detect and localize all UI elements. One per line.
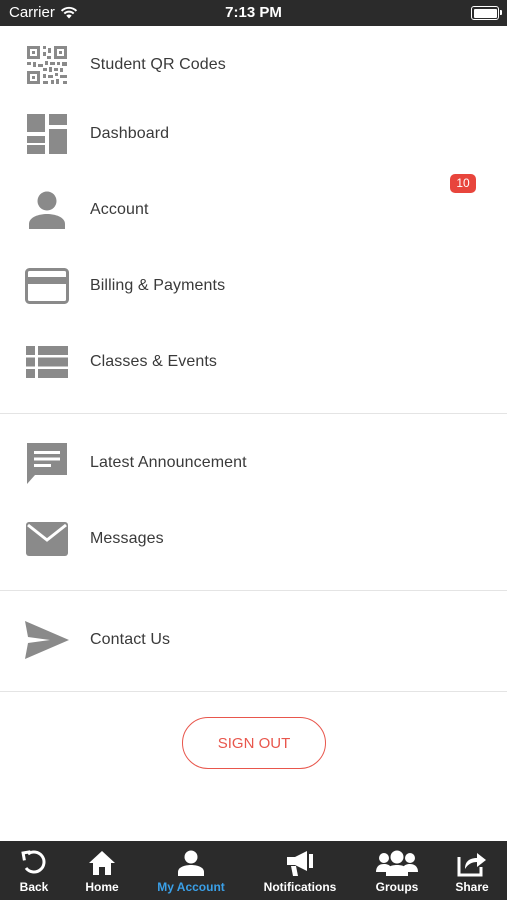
menu-item-account[interactable]: Account 10: [0, 174, 507, 240]
tab-back[interactable]: Back: [12, 841, 56, 900]
tab-label: My Account: [157, 880, 225, 894]
dashboard-icon: [24, 111, 70, 157]
back-icon: [21, 847, 47, 879]
tab-notifications[interactable]: Notifications: [258, 841, 342, 900]
groups-icon: [376, 847, 418, 879]
menu-item-label: Student QR Codes: [90, 56, 226, 73]
sign-out-button[interactable]: SIGN OUT: [182, 717, 326, 769]
tab-groups[interactable]: Groups: [370, 841, 424, 900]
notification-badge: 10: [450, 174, 476, 193]
menu-item-label: Messages: [90, 530, 164, 547]
tab-label: Notifications: [263, 880, 337, 894]
share-icon: [457, 847, 487, 879]
menu-item-label: Latest Announcement: [90, 454, 247, 471]
menu-item-label: Dashboard: [90, 125, 170, 142]
menu-item-label: Account: [90, 201, 149, 218]
tab-label: Share: [455, 880, 489, 894]
menu-item-classes-events[interactable]: Classes & Events: [0, 332, 507, 392]
qr-code-icon: [24, 42, 70, 88]
menu-item-label: Contact Us: [90, 631, 171, 648]
section-divider: [0, 413, 507, 414]
home-icon: [88, 847, 116, 879]
menu-item-billing-payments[interactable]: Billing & Payments: [0, 256, 507, 316]
tab-share[interactable]: Share: [450, 841, 494, 900]
announcement-icon: [24, 440, 70, 486]
menu-item-label: Billing & Payments: [90, 277, 226, 294]
menu-item-messages[interactable]: Messages: [0, 509, 507, 569]
tab-my-account[interactable]: My Account: [150, 841, 232, 900]
menu-item-label: Classes & Events: [90, 353, 217, 370]
envelope-icon: [24, 516, 70, 562]
account-icon: [178, 847, 204, 879]
menu-item-dashboard[interactable]: Dashboard: [0, 104, 507, 164]
tab-bar: Back Home My Account Notifications Group…: [0, 841, 507, 900]
section-divider: [0, 590, 507, 591]
send-icon: [24, 617, 70, 663]
section-divider: [0, 691, 507, 692]
tab-label: Home: [85, 880, 119, 894]
status-time: 7:13 PM: [225, 4, 282, 21]
battery-icon: [471, 6, 502, 20]
list-icon: [24, 339, 70, 385]
menu-item-contact-us[interactable]: Contact Us: [0, 610, 507, 670]
person-icon: [24, 187, 70, 233]
menu-item-student-qr-codes[interactable]: Student QR Codes: [0, 35, 507, 95]
status-bar: Carrier 7:13 PM: [0, 0, 507, 26]
tab-home[interactable]: Home: [80, 841, 124, 900]
tab-label: Groups: [375, 880, 419, 894]
menu-item-latest-announcement[interactable]: Latest Announcement: [0, 433, 507, 493]
credit-card-icon: [24, 263, 70, 309]
tab-label: Back: [19, 880, 49, 894]
megaphone-icon: [285, 847, 315, 879]
